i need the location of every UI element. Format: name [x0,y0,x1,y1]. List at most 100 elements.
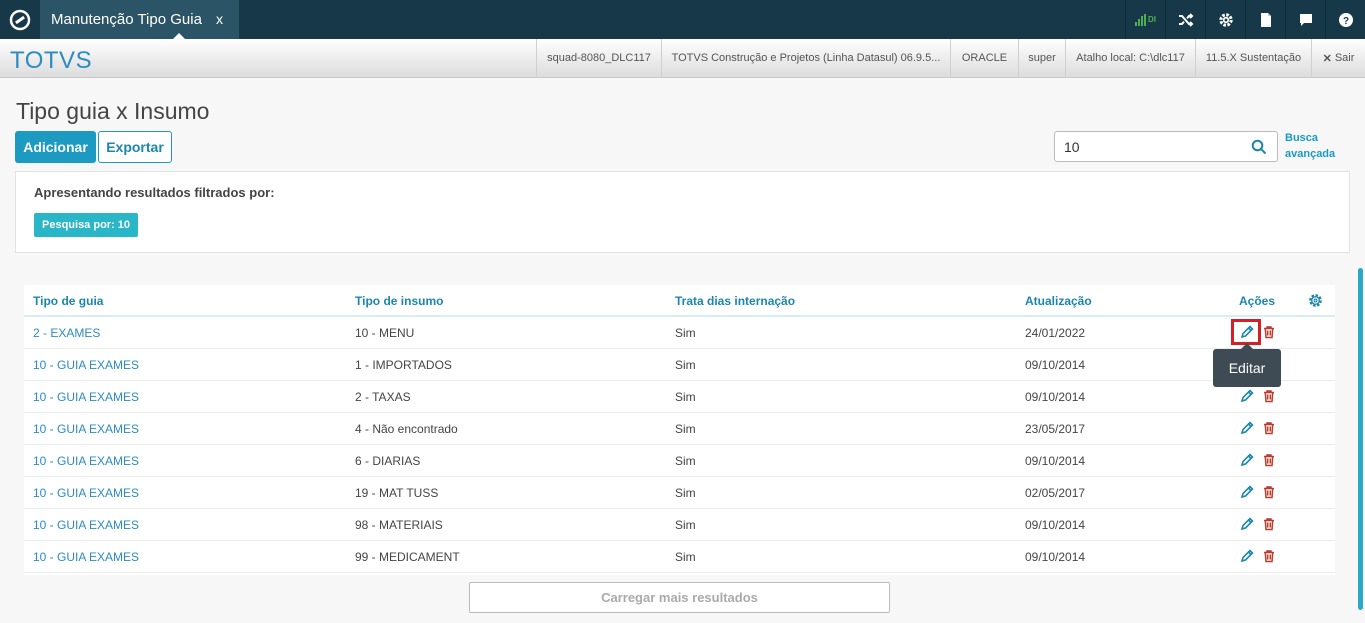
load-more-button[interactable]: Carregar mais resultados [469,582,890,613]
trash-icon[interactable] [1262,549,1276,563]
logout-label: Sair [1334,52,1355,64]
cell-tipo-guia[interactable]: 10 - GUIA EXAMES [33,422,139,436]
edit-icon[interactable] [1240,517,1254,531]
search-input[interactable] [1055,132,1245,161]
cell-tipo-insumo: 10 - MENU [355,326,415,340]
close-icon: ✕ [1322,52,1332,65]
search-icon[interactable] [1251,139,1267,155]
header-trata-dias[interactable]: Trata dias internação [675,294,795,308]
add-button[interactable]: Adicionar [15,131,96,163]
edit-icon[interactable] [1240,453,1254,467]
trash-icon[interactable] [1262,453,1276,467]
advanced-search-line2: avançada [1285,148,1336,160]
cell-trata-dias: Sim [675,454,696,468]
logout-button[interactable]: ✕ Sair [1311,39,1365,77]
filter-panel: Apresentando resultados filtrados por: P… [15,171,1350,253]
cell-trata-dias: Sim [675,326,696,340]
table-row: 10 - GUIA EXAMES 4 - Não encontrado Sim 23/… [24,413,1335,445]
top-bar: Manutenção Tipo Guia x DI ? [0,0,1365,39]
trash-icon[interactable] [1262,517,1276,531]
signal-label: DI [1148,15,1156,24]
cell-tipo-insumo: 6 - DIARIAS [355,454,421,468]
cell-atualizacao: 09/10/2014 [1025,518,1086,532]
trash-icon[interactable] [1262,485,1276,499]
table-row: 10 - GUIA EXAMES 19 - MAT TUSS Sim 02/05/20… [24,477,1335,509]
edit-icon[interactable] [1240,389,1254,403]
cell-trata-dias: Sim [675,550,696,564]
totvs-logo-icon[interactable] [0,0,39,39]
table-row: 2 - EXAMES 10 - MENU Sim 24/01/2022 [24,317,1335,349]
header-atualizacao[interactable]: Atualização [1025,294,1092,308]
info-product: TOTVS Construção e Projetos (Linha Datas… [661,39,950,77]
settings-icon[interactable] [1308,293,1323,308]
edit-highlight [1231,319,1261,345]
table-row: 10 - GUIA EXAMES 98 - MATERIAIS Sim 09/10/2… [24,509,1335,541]
cell-tipo-guia[interactable]: 2 - EXAMES [33,326,100,340]
header-acoes: Ações [1239,294,1276,308]
cell-tipo-guia[interactable]: 10 - GUIA EXAMES [33,358,139,372]
info-server: squad-8080_DLC117 [536,39,661,77]
info-database: ORACLE [950,39,1018,77]
cell-trata-dias: Sim [675,358,696,372]
table-row: 10 - GUIA EXAMES 6 - DIARIAS Sim 09/10/2014 [24,445,1335,477]
cell-atualizacao: 02/05/2017 [1025,486,1086,500]
edit-icon[interactable] [1240,549,1254,563]
document-icon[interactable] [1245,0,1285,39]
scrollbar[interactable] [1358,268,1363,610]
trash-icon[interactable] [1262,421,1276,435]
table-header: Tipo de guia Tipo de insumo Trata dias i… [24,285,1335,317]
cell-tipo-insumo: 2 - TAXAS [355,390,411,404]
cell-trata-dias: Sim [675,390,696,404]
cell-tipo-guia[interactable]: 10 - GUIA EXAMES [33,550,139,564]
cell-tipo-guia[interactable]: 10 - GUIA EXAMES [33,486,139,500]
cell-tipo-insumo: 98 - MATERIAIS [355,518,443,532]
export-button[interactable]: Exportar [98,131,172,163]
search-box [1054,131,1278,162]
table-row: 10 - GUIA EXAMES 99 - MEDICAMENT Sim 09/10/… [24,541,1335,573]
cell-atualizacao: 09/10/2014 [1025,454,1086,468]
help-icon[interactable]: ? [1325,0,1365,39]
cell-trata-dias: Sim [675,486,696,500]
header-tipo-insumo[interactable]: Tipo de insumo [355,294,443,308]
cell-atualizacao: 09/10/2014 [1025,550,1086,564]
chat-icon[interactable] [1285,0,1325,39]
cell-atualizacao: 24/01/2022 [1025,326,1086,340]
close-icon[interactable]: x [216,11,223,27]
gear-icon[interactable] [1205,0,1245,39]
edit-tooltip: Editar [1213,349,1281,387]
cell-trata-dias: Sim [675,422,696,436]
cell-atualizacao: 09/10/2014 [1025,390,1086,404]
cell-tipo-insumo: 1 - IMPORTADOS [355,358,452,372]
cell-tipo-guia[interactable]: 10 - GUIA EXAMES [33,454,139,468]
trash-icon[interactable] [1262,389,1276,403]
filter-chip[interactable]: Pesquisa por: 10 [34,213,139,237]
tab-title: Manutenção Tipo Guia [51,11,202,28]
edit-icon[interactable] [1240,485,1254,499]
trash-icon[interactable] [1262,325,1276,339]
cell-atualizacao: 23/05/2017 [1025,422,1086,436]
cell-tipo-guia[interactable]: 10 - GUIA EXAMES [33,390,139,404]
edit-icon[interactable] [1240,421,1254,435]
cell-atualizacao: 09/10/2014 [1025,358,1086,372]
results-table: Tipo de guia Tipo de insumo Trata dias i… [24,285,1335,575]
cell-tipo-guia[interactable]: 10 - GUIA EXAMES [33,518,139,532]
filter-title: Apresentando resultados filtrados por: [34,185,275,200]
info-shortcut: Atalho local: C:\dlc117 [1065,39,1195,77]
cell-trata-dias: Sim [675,518,696,532]
tab-manutencao-tipo-guia[interactable]: Manutenção Tipo Guia x [40,0,239,39]
advanced-search-line1: Busca [1285,132,1319,144]
shuffle-icon[interactable] [1165,0,1205,39]
header-bar: TOTVS squad-8080_DLC117 TOTVS Construção… [0,39,1365,78]
table-row: 10 - GUIA EXAMES 1 - IMPORTADOS Sim 09/10/2… [24,349,1335,381]
page-title: Tipo guia x Insumo [16,98,210,124]
advanced-search-link[interactable]: Busca avançada [1285,130,1345,162]
cell-tipo-insumo: 4 - Não encontrado [355,422,458,436]
signal-icon[interactable]: DI [1125,0,1165,39]
table-row: 10 - GUIA EXAMES 2 - TAXAS Sim 09/10/2014 [24,381,1335,413]
svg-text:?: ? [1342,16,1348,27]
info-version: 11.5.X Sustentação [1195,39,1311,77]
header-tipo-guia[interactable]: Tipo de guia [33,294,103,308]
cell-tipo-insumo: 99 - MEDICAMENT [355,550,460,564]
cell-tipo-insumo: 19 - MAT TUSS [355,486,439,500]
info-user: super [1018,39,1065,77]
